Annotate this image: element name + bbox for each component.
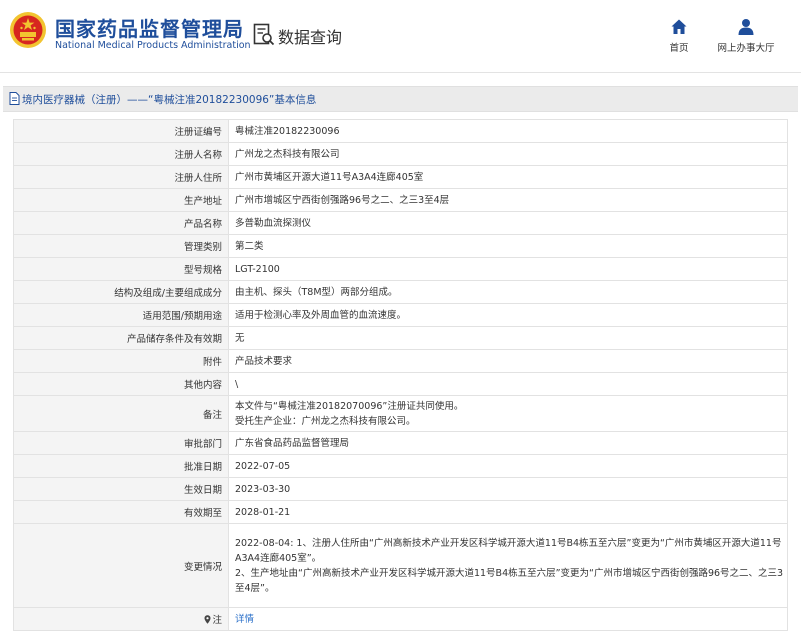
table-row: 生效日期 2023-03-30	[13, 477, 788, 501]
table-row: 注册人住所 广州市黄埔区开源大道11号A3A4连廊405室	[13, 165, 788, 189]
row-label: 注册证编号	[13, 119, 229, 143]
location-pin-icon	[204, 615, 211, 624]
row-value: 2022-07-05	[228, 454, 788, 478]
change-line: 2022-08-04: 1、注册人住所由“广州高新技术产业开发区科学城开源大道1…	[235, 537, 782, 549]
row-value: LGT-2100	[228, 257, 788, 281]
details-link[interactable]: 详情	[235, 614, 254, 625]
nav-online-hall[interactable]: 网上办事大厅	[713, 18, 779, 54]
table-row: 产品储存条件及有效期 无	[13, 326, 788, 350]
row-label: 产品名称	[13, 211, 229, 235]
site-header: 国家药品监督管理局 National Medical Products Admi…	[0, 0, 801, 72]
row-label: 变更情况	[13, 523, 229, 608]
row-label: 型号规格	[13, 257, 229, 281]
table-row: 附件 产品技术要求	[13, 349, 788, 373]
table-row: 备注 本文件与“粤械注准20182070096”注册证共同使用。 受托生产企业：…	[13, 395, 788, 432]
row-value: 广州市增城区宁西街创强路96号之二、之三3至4层	[228, 188, 788, 212]
table-row: 生产地址 广州市增城区宁西街创强路96号之二、之三3至4层	[13, 188, 788, 212]
national-emblem-icon	[10, 12, 46, 48]
change-line: 2、生产地址由“广州高新技术产业开发区科学城开源大道11号B4栋五至六层”变更为…	[235, 567, 784, 579]
row-label: 备注	[13, 395, 229, 432]
row-value: 2023-03-30	[228, 477, 788, 501]
table-row: 适用范围/预期用途 适用于检测心率及外周血管的血流速度。	[13, 303, 788, 327]
agency-title-cn[interactable]: 国家药品监督管理局	[55, 13, 244, 42]
row-value: 广州市黄埔区开源大道11号A3A4连廊405室	[228, 165, 788, 189]
table-row: 注册证编号 粤械注准20182230096	[13, 119, 788, 143]
breadcrumb: 境内医疗器械（注册）——“粤械注准20182230096”基本信息	[3, 86, 798, 112]
row-value: 第二类	[228, 234, 788, 258]
row-label: 管理类别	[13, 234, 229, 258]
table-row: 结构及组成/主要组成成分 由主机、探头（T8M型）两部分组成。	[13, 280, 788, 304]
table-row: 管理类别 第二类	[13, 234, 788, 258]
data-query-label: 数据查询	[278, 28, 343, 47]
change-line: A3A4连廊405室”。	[235, 552, 322, 564]
row-label: 生效日期	[13, 477, 229, 501]
note-label: 注	[212, 615, 222, 626]
row-value: 本文件与“粤械注准20182070096”注册证共同使用。 受托生产企业：广州龙…	[228, 395, 788, 432]
home-icon	[671, 19, 687, 34]
breadcrumb-text: 境内医疗器械（注册）——“粤械注准20182230096”基本信息	[22, 94, 317, 106]
row-label: 适用范围/预期用途	[13, 303, 229, 327]
nav-home-label: 首页	[669, 43, 689, 54]
note-value: 详情	[228, 607, 788, 631]
row-value: 广东省食品药品监督管理局	[228, 431, 788, 455]
table-row: 有效期至 2028-01-21	[13, 500, 788, 524]
row-label: 审批部门	[13, 431, 229, 455]
row-value: 2022-08-04: 1、注册人住所由“广州高新技术产业开发区科学城开源大道1…	[228, 523, 788, 608]
row-value: 多普勒血流探测仪	[228, 211, 788, 235]
row-value: 广州龙之杰科技有限公司	[228, 142, 788, 166]
row-value: 2028-01-21	[228, 500, 788, 524]
table-row: 审批部门 广东省食品药品监督管理局	[13, 431, 788, 455]
table-row: 批准日期 2022-07-05	[13, 454, 788, 478]
remark-line: 受托生产企业：广州龙之杰科技有限公司。	[235, 415, 416, 427]
row-value: 粤械注准20182230096	[228, 119, 788, 143]
row-label: 其他内容	[13, 372, 229, 396]
table-row: 其他内容 \	[13, 372, 788, 396]
row-label: 注册人住所	[13, 165, 229, 189]
row-label: 结构及组成/主要组成成分	[13, 280, 229, 304]
table-row: 型号规格 LGT-2100	[13, 257, 788, 281]
table-row: 产品名称 多普勒血流探测仪	[13, 211, 788, 235]
row-value: \	[228, 372, 788, 396]
row-label: 有效期至	[13, 500, 229, 524]
row-label: 批准日期	[13, 454, 229, 478]
row-label: 产品储存条件及有效期	[13, 326, 229, 350]
table-row: 变更情况 2022-08-04: 1、注册人住所由“广州高新技术产业开发区科学城…	[13, 523, 788, 608]
row-value: 产品技术要求	[228, 349, 788, 373]
table-row: 注册人名称 广州龙之杰科技有限公司	[13, 142, 788, 166]
change-line: 至4层”。	[235, 582, 275, 594]
device-info-table: 注册证编号 粤械注准20182230096 注册人名称 广州龙之杰科技有限公司 …	[13, 119, 788, 631]
row-label: 生产地址	[13, 188, 229, 212]
note-label-cell: 注	[13, 607, 229, 631]
row-value: 适用于检测心率及外周血管的血流速度。	[228, 303, 788, 327]
user-icon	[738, 19, 754, 35]
data-query-icon	[253, 23, 275, 46]
nav-online-hall-label: 网上办事大厅	[717, 43, 775, 54]
row-value: 无	[228, 326, 788, 350]
row-value: 由主机、探头（T8M型）两部分组成。	[228, 280, 788, 304]
remark-line: 本文件与“粤械注准20182070096”注册证共同使用。	[235, 400, 464, 412]
nav-home[interactable]: 首页	[664, 18, 694, 54]
row-label: 附件	[13, 349, 229, 373]
header-divider	[0, 72, 801, 73]
table-row: 注 详情	[13, 607, 788, 631]
agency-title-en[interactable]: National Medical Products Administration	[55, 40, 251, 51]
row-label: 注册人名称	[13, 142, 229, 166]
document-icon	[9, 92, 20, 105]
